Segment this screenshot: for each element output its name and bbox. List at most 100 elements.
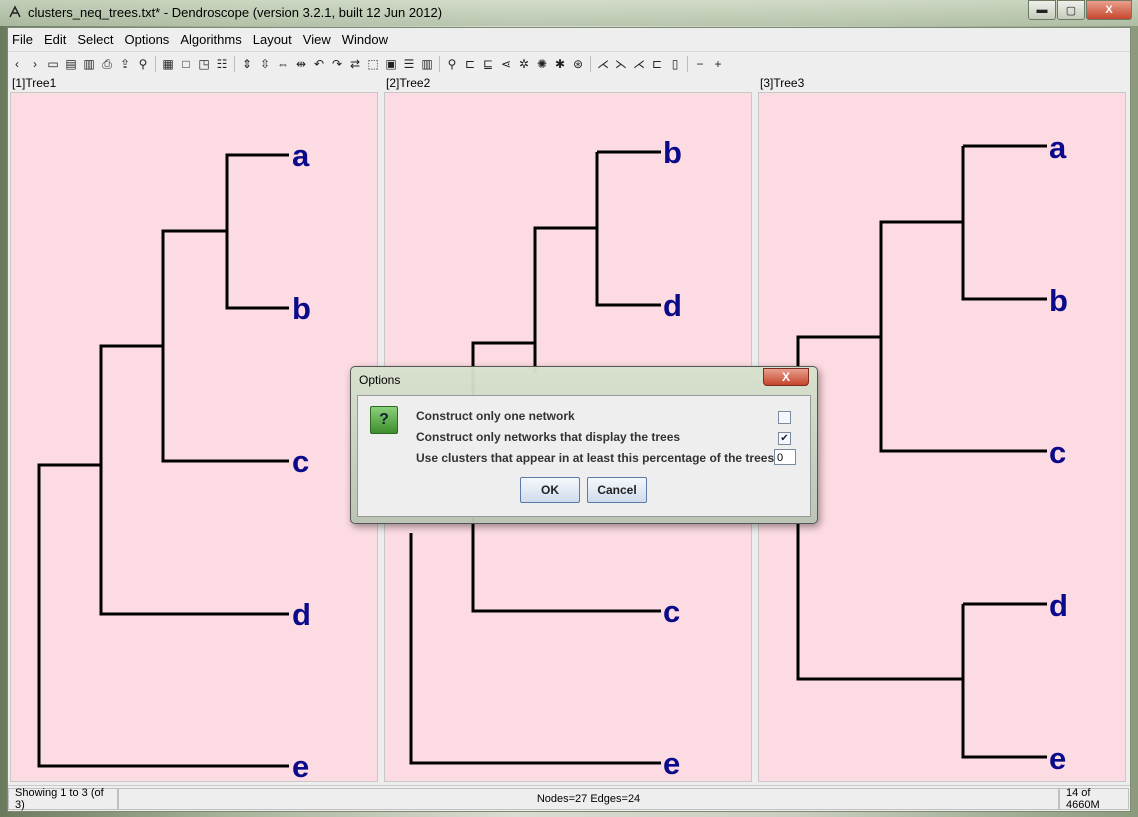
flip-icon[interactable]: ⇄ [348,57,362,71]
leaf-label-b[interactable]: b [1049,283,1068,318]
tree-edge [409,533,661,765]
leaf-label-b[interactable]: b [292,291,311,326]
toolbar: ‹ › ▭ ▤ ▥ ⎙ ⇪ ⚲ ▦ □ ◳ ☷ ⇕ ⇳ ⇔ ⇹ ↶ ↷ ⇄ ⬚ … [8,51,1130,76]
tree-edge [99,465,289,616]
dendroscope-window: clusters_neq_trees.txt* - Dendroscope (v… [0,0,1138,817]
leaf-label-d[interactable]: d [1049,588,1068,623]
contract-horizontal-icon[interactable]: ⇹ [294,57,308,71]
rows-icon[interactable]: ☰ [402,57,416,71]
leaf-label-d[interactable]: d [292,597,311,632]
single-panel-icon[interactable]: □ [179,57,193,71]
find-icon[interactable]: ⚲ [136,57,150,71]
list-icon[interactable]: ☷ [215,57,229,71]
radial-icon[interactable]: ✱ [553,57,567,71]
select-all-icon[interactable]: ⬚ [366,57,380,71]
save-icon[interactable]: ▥ [82,57,96,71]
network-icon-1[interactable]: ⋌ [596,57,610,71]
columns-icon[interactable]: ▥ [420,57,434,71]
network-icon-3[interactable]: ⋌ [632,57,646,71]
option-one-network-label: Construct only one network [416,409,575,423]
status-showing: Showing 1 to 3 (of 3) [8,787,118,811]
leaf-label-a[interactable]: a [292,138,310,173]
toolbar-separator [155,56,156,72]
ok-button[interactable]: OK [520,477,580,503]
inner-circular-icon[interactable]: ⊛ [571,57,585,71]
toolbar-separator [590,56,591,72]
status-bar: Showing 1 to 3 (of 3) Nodes=27 Edges=24 … [8,785,1130,812]
window-title: clusters_neq_trees.txt* - Dendroscope (v… [28,5,443,20]
close-window-button[interactable]: X [1086,0,1132,20]
panel-title: [2]Tree2 [386,76,431,90]
rectangular-cladogram-icon[interactable]: ⊑ [481,57,495,71]
rotate-right-icon[interactable]: ↷ [330,57,344,71]
menu-edit[interactable]: Edit [40,32,70,47]
tree-drawing: a b c d e [37,138,311,781]
tree-panel-1[interactable]: [1]Tree1 a b c d e [10,75,378,782]
leaf-label-d[interactable]: d [663,288,682,323]
contract-vertical-icon[interactable]: ⇳ [258,57,272,71]
tree-edge [961,144,1047,301]
dialog-body: ? Construct only one network Construct o… [357,395,811,517]
leaf-label-c[interactable]: c [663,594,680,629]
forward-icon[interactable]: › [28,57,42,71]
menu-options[interactable]: Options [121,32,174,47]
open-icon[interactable]: ▭ [46,57,60,71]
option-display-trees-label: Construct only networks that display the… [416,430,681,444]
circular-cladogram-icon[interactable]: ✲ [517,57,531,71]
rectangular-phylogram-icon[interactable]: ⊏ [463,57,477,71]
zoom-in-icon[interactable]: + [711,57,725,71]
leaf-label-c[interactable]: c [1049,435,1066,470]
dialog-close-button[interactable]: X [763,368,809,386]
menu-file[interactable]: File [8,32,37,47]
zoom-icon[interactable]: ⚲ [445,57,459,71]
option-one-network-checkbox[interactable] [778,411,791,424]
zoom-out-icon[interactable]: − [693,57,707,71]
menu-view[interactable]: View [299,32,335,47]
tree-edge [961,602,1047,759]
tree-edge [161,346,289,463]
percentage-input[interactable]: 0 [774,449,796,465]
leaf-label-e[interactable]: e [663,746,680,781]
expand-vertical-icon[interactable]: ⇕ [240,57,254,71]
panel-title: [1]Tree1 [12,76,57,90]
leaf-label-c[interactable]: c [292,444,309,479]
option-display-trees-checkbox[interactable]: ✔ [778,432,791,445]
menu-algorithms[interactable]: Algorithms [176,32,245,47]
toolbar-separator [234,56,235,72]
tree-canvas[interactable]: a b c d e [10,92,378,782]
rotate-left-icon[interactable]: ↶ [312,57,326,71]
slanted-cladogram-icon[interactable]: ⋖ [499,57,513,71]
leaf-label-e[interactable]: e [292,749,309,781]
maximize-button[interactable]: ▢ [1057,0,1085,20]
option-percentage-label: Use clusters that appear in at least thi… [416,451,775,465]
expand-horizontal-icon[interactable]: ⇔ [276,57,290,71]
status-memory: 14 of 4660M [1059,787,1129,811]
collapse-icon[interactable]: ⊏ [650,57,664,71]
fit-icon[interactable]: ▣ [384,57,398,71]
menu-select[interactable]: Select [73,32,117,47]
question-icon: ? [370,406,398,434]
print-icon[interactable]: ⎙ [100,57,114,71]
document-icon[interactable]: ▤ [64,57,78,71]
dendroscope-app-icon [9,5,21,18]
leaf-label-e[interactable]: e [1049,741,1066,776]
grid-icon[interactable]: ▦ [161,57,175,71]
leaf-label-a[interactable]: a [1049,130,1067,165]
back-icon[interactable]: ‹ [10,57,24,71]
tree-edge [225,231,289,310]
circular-phylogram-icon[interactable]: ✺ [535,57,549,71]
cancel-button[interactable]: Cancel [587,477,647,503]
menu-bar: File Edit Select Options Algorithms Layo… [8,28,1130,50]
network-icon-2[interactable]: ⋋ [614,57,628,71]
menu-layout[interactable]: Layout [249,32,296,47]
minimize-button[interactable]: ▬ [1028,0,1056,20]
status-counts: Nodes=27 Edges=24 [118,788,1059,810]
panel-title: [3]Tree3 [760,76,805,90]
window-icon[interactable]: ◳ [197,57,211,71]
title-bar[interactable]: clusters_neq_trees.txt* - Dendroscope (v… [0,0,1138,26]
menu-window[interactable]: Window [338,32,392,47]
tree-edge [796,523,963,681]
leaf-label-b[interactable]: b [663,135,682,170]
dialog-title: Options [359,373,401,387]
export-icon[interactable]: ⇪ [118,57,132,71]
